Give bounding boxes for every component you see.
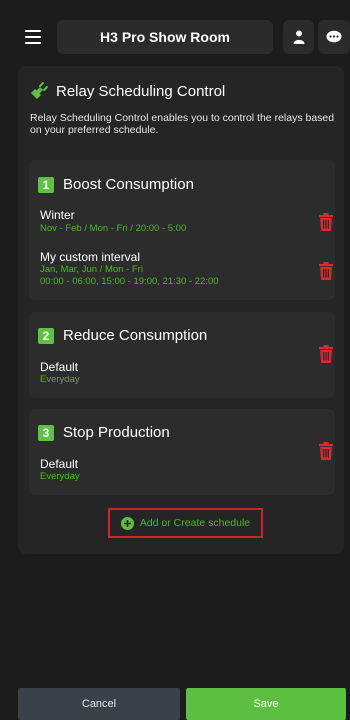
group-boost-consumption: 1 Boost Consumption Winter Nov - Feb / M… <box>29 160 335 300</box>
schedule-detail: Everyday <box>40 471 80 482</box>
card-description: Relay Scheduling Control enables you to … <box>30 112 335 136</box>
delete-schedule-icon[interactable] <box>319 442 333 460</box>
group-number-badge: 3 <box>38 424 54 441</box>
site-title: H3 Pro Show Room <box>100 29 230 45</box>
schedule-title[interactable]: My custom interval <box>40 250 140 264</box>
schedule-detail: Jan, Mar, Jun / Mon - Fri <box>40 264 143 275</box>
group-title: Reduce Consumption <box>63 327 208 344</box>
schedule-detail: 00:00 - 06:00, 15:00 - 19:00, 21:30 - 22… <box>40 276 219 287</box>
app-screen: H3 Pro Show Room Relay Scheduling Contro… <box>0 0 350 720</box>
chat-bubble-icon <box>326 30 342 43</box>
schedule-title[interactable]: Default <box>40 360 78 374</box>
cancel-button[interactable]: Cancel <box>18 688 180 720</box>
delete-schedule-icon[interactable] <box>319 213 333 231</box>
group-header: 3 Stop Production <box>38 424 170 441</box>
save-label: Save <box>253 698 279 710</box>
add-schedule-label: Add or Create schedule <box>139 517 251 529</box>
plug-relay-icon <box>31 82 48 99</box>
user-icon <box>293 30 304 44</box>
plus-circle-icon <box>120 516 134 530</box>
schedule-title[interactable]: Winter <box>40 208 75 222</box>
group-reduce-consumption: 2 Reduce Consumption Default Everyday <box>29 312 335 398</box>
card-title: Relay Scheduling Control <box>56 82 226 100</box>
top-bar: H3 Pro Show Room <box>0 20 350 54</box>
schedule-detail: Everyday <box>40 374 80 385</box>
cancel-label: Cancel <box>81 698 117 710</box>
hamburger-menu-icon[interactable] <box>18 22 48 52</box>
delete-schedule-icon[interactable] <box>319 262 333 280</box>
chat-button[interactable] <box>318 20 350 54</box>
card-header: Relay Scheduling Control <box>30 82 225 100</box>
delete-schedule-icon[interactable] <box>319 345 333 363</box>
save-button[interactable]: Save <box>186 688 346 720</box>
group-number-badge: 1 <box>38 176 54 193</box>
group-title: Stop Production <box>63 424 170 441</box>
group-header: 2 Reduce Consumption <box>38 327 207 344</box>
group-stop-production: 3 Stop Production Default Everyday <box>29 409 335 495</box>
user-button[interactable] <box>283 20 314 54</box>
site-selector[interactable]: H3 Pro Show Room <box>57 20 273 54</box>
group-number-badge: 2 <box>38 327 54 344</box>
add-schedule-button[interactable]: Add or Create schedule <box>108 508 263 538</box>
group-header: 1 Boost Consumption <box>38 176 194 193</box>
relay-scheduling-card: Relay Scheduling Control Relay Schedulin… <box>18 66 344 554</box>
schedule-detail: Nov - Feb / Mon - Fri / 20:00 - 5:00 <box>40 223 187 234</box>
schedule-title[interactable]: Default <box>40 457 78 471</box>
group-title: Boost Consumption <box>63 176 194 193</box>
